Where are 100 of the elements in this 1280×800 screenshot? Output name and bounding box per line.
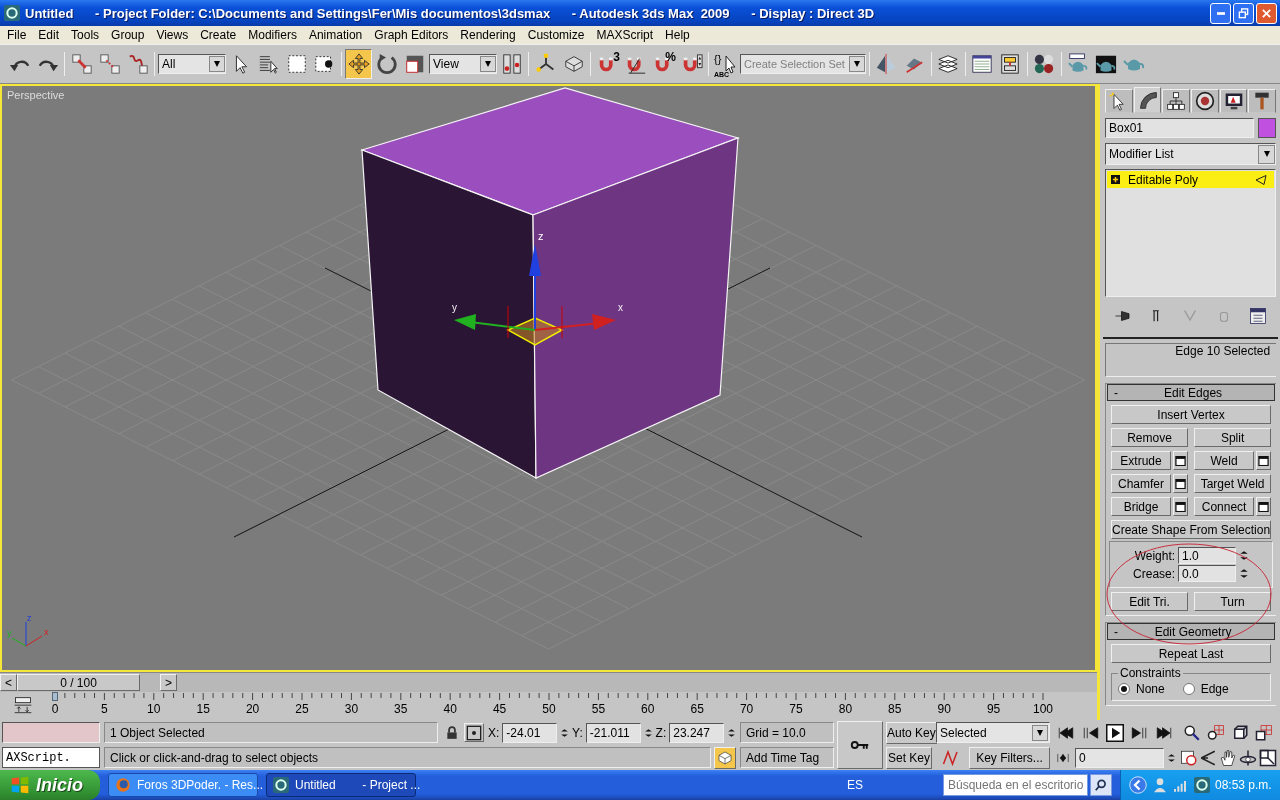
panel-tab[interactable] xyxy=(1133,87,1162,113)
restore-button[interactable] xyxy=(1233,2,1254,24)
expand-plus-icon xyxy=(1111,175,1120,184)
coordinate-field[interactable]: -24.01 xyxy=(502,722,558,743)
snap-label: 3 xyxy=(613,50,620,64)
panel-tab[interactable] xyxy=(1219,89,1248,113)
dropdown[interactable]: View xyxy=(429,54,497,74)
minimize-button[interactable] xyxy=(1210,2,1231,24)
panel-tab[interactable] xyxy=(1162,89,1190,113)
pan-hand-icon xyxy=(1219,748,1237,767)
transform-gizmo-drawing[interactable] xyxy=(454,244,616,346)
close-button[interactable] xyxy=(1256,2,1277,24)
frame-number: 90 xyxy=(937,702,951,716)
next-frame-button[interactable]: > xyxy=(160,674,177,691)
panel-button[interactable]: Repeat Last xyxy=(1111,644,1272,663)
panel-button[interactable]: Split xyxy=(1194,428,1272,447)
modifier-stack-item[interactable]: Editable Poly xyxy=(1107,171,1274,188)
mirror-icon xyxy=(875,53,898,75)
cube-drawing[interactable] xyxy=(360,87,740,480)
panel-button[interactable]: Insert Vertex xyxy=(1111,405,1272,424)
rollout-header[interactable]: - Edit Edges xyxy=(1107,384,1276,401)
panel-button[interactable]: Weld xyxy=(1194,451,1255,470)
rollout-header[interactable]: - Edit Geometry xyxy=(1107,623,1276,640)
settings-button[interactable] xyxy=(1173,474,1189,493)
frame-number: 95 xyxy=(986,702,1001,716)
magnet-button[interactable]: 3 xyxy=(594,49,621,79)
dropdown-arrow-icon xyxy=(1262,151,1271,157)
frame-number: 10 xyxy=(147,702,161,716)
monitor-icon xyxy=(1223,91,1244,111)
desktop-search-field[interactable]: Búsqueda en el escritorio xyxy=(943,774,1088,796)
menu-item[interactable]: Rendering xyxy=(454,28,522,42)
menu-item[interactable]: Create xyxy=(194,28,243,42)
menu-item[interactable]: Modifiers xyxy=(242,28,303,42)
set-key-button[interactable] xyxy=(837,721,883,769)
menu-item[interactable]: Graph Editors xyxy=(368,28,455,42)
panel-tab[interactable] xyxy=(1191,89,1219,113)
dropdown-arrow-icon xyxy=(484,61,492,67)
time-slider-thumb[interactable]: 0 / 100 xyxy=(17,674,140,691)
panel-tab[interactable] xyxy=(1248,89,1277,113)
panel-button[interactable]: Connect xyxy=(1194,497,1255,516)
panel-button[interactable]: Chamfer xyxy=(1111,474,1172,493)
search-button[interactable] xyxy=(1090,774,1112,796)
frame-number: 45 xyxy=(492,702,507,716)
script-input-field[interactable]: AXScript. xyxy=(2,747,100,768)
time-tag-text[interactable]: Add Time Tag xyxy=(740,747,834,768)
key-filters-button[interactable]: Key Filters... xyxy=(969,746,1050,769)
magnet-button[interactable]: % xyxy=(650,49,677,79)
window-title: Untitled - Project Folder: C:\Documents and Settings\Fer\Mis documentos\3dsmax - Autodesk 3ds Max 2009 - Display : Direct 3D xyxy=(25,5,876,21)
modifier-list-dropdown[interactable]: Modifier List xyxy=(1105,143,1276,165)
current-frame-marker[interactable] xyxy=(52,692,58,701)
panel-button[interactable]: Turn xyxy=(1194,592,1272,611)
menu-item[interactable]: File xyxy=(1,28,33,42)
menu-item[interactable]: Animation xyxy=(302,28,369,42)
panel-button[interactable]: Bridge xyxy=(1111,497,1172,516)
object-color-swatch[interactable] xyxy=(1258,118,1276,138)
orbit-icon xyxy=(1239,748,1257,767)
menu-item[interactable]: Edit xyxy=(32,28,66,42)
panel-button[interactable]: Edit Tri. xyxy=(1111,592,1189,611)
rectangle-region-icon xyxy=(285,53,308,75)
spinner-field[interactable]: 1.0 xyxy=(1178,547,1237,564)
frame-number: 35 xyxy=(394,702,408,716)
set-key-mode-button[interactable]: Set Key xyxy=(886,746,932,769)
menu-item[interactable]: Views xyxy=(150,28,195,42)
absolute-mode-button[interactable] xyxy=(464,723,484,742)
restore-icon xyxy=(1238,7,1249,19)
curve-icon xyxy=(941,748,961,767)
panel-button[interactable]: Extrude xyxy=(1111,451,1172,470)
panel-button[interactable]: Create Shape From Selection xyxy=(1111,520,1272,539)
menu-item[interactable]: Help xyxy=(659,28,696,42)
spinner-field[interactable]: 0.0 xyxy=(1178,565,1237,582)
macro-recorder-field[interactable] xyxy=(2,722,100,743)
settings-button[interactable] xyxy=(1256,451,1272,470)
coordinate-field[interactable]: 23.247 xyxy=(669,722,724,743)
settings-button[interactable] xyxy=(1173,451,1189,470)
key-set-dropdown[interactable]: Selected xyxy=(936,722,1050,743)
previous-frame-button[interactable]: < xyxy=(0,674,17,691)
radio-button[interactable] xyxy=(1182,683,1195,695)
settings-button[interactable] xyxy=(1256,497,1272,516)
panel-button[interactable]: Target Weld xyxy=(1194,474,1272,493)
menu-item[interactable]: Tools xyxy=(65,28,106,42)
scale-icon xyxy=(403,53,426,75)
object-name-field[interactable]: Box01 xyxy=(1105,118,1254,138)
auto-key-button[interactable]: Auto Key xyxy=(886,721,937,744)
radio-button[interactable] xyxy=(1118,683,1130,695)
menu-item[interactable]: MAXScript xyxy=(590,28,660,42)
user-icon xyxy=(1152,777,1168,793)
zoom-icon xyxy=(1183,723,1201,742)
frame-field[interactable]: 0 xyxy=(1075,747,1164,768)
panel-button[interactable]: Remove xyxy=(1111,428,1189,447)
dropdown[interactable]: All xyxy=(158,54,226,74)
window-icon xyxy=(1175,478,1187,489)
time-tag-button[interactable] xyxy=(714,746,736,769)
language-indicator[interactable]: ES xyxy=(847,778,863,792)
coordinate-field[interactable]: -21.011 xyxy=(585,722,641,743)
spheres-icon xyxy=(1033,53,1056,75)
menu-item[interactable]: Customize xyxy=(521,28,591,42)
curve-editor-icon xyxy=(971,53,994,75)
menu-item[interactable]: Group xyxy=(105,28,151,42)
move-button[interactable] xyxy=(345,49,372,79)
settings-button[interactable] xyxy=(1173,497,1189,516)
